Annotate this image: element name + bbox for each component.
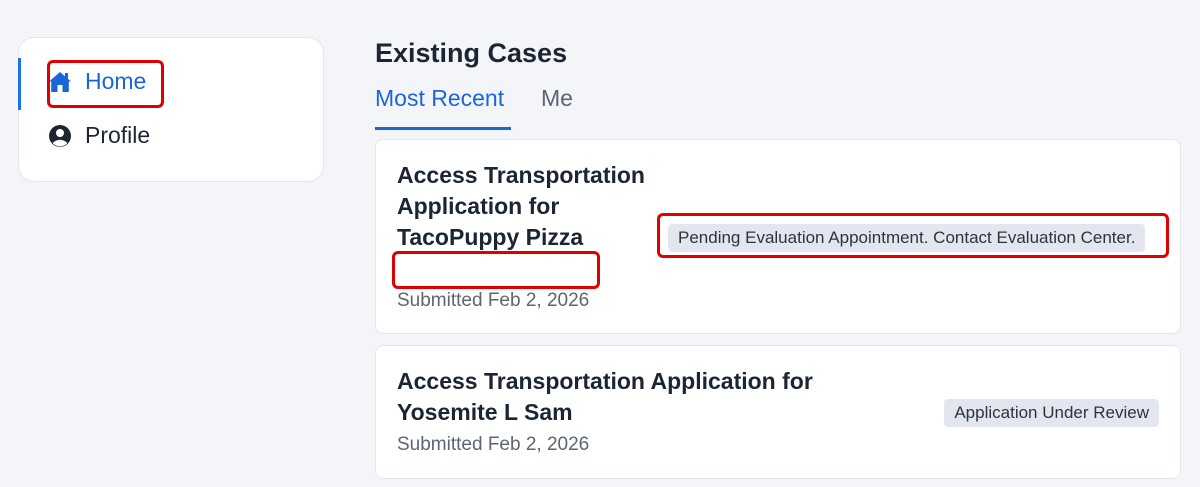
case-submitted-date: Submitted Feb 2, 2026 [397,434,590,455]
active-tab-underline [375,127,511,130]
user-circle-icon [47,123,73,149]
active-indicator [18,58,21,110]
case-submitted-date: Submitted Feb 2, 2026 [397,290,590,311]
tab-me[interactable]: Me [541,85,573,112]
highlight-box-home [47,60,164,108]
page: Home Profile Existing Cases Most Recent … [0,0,1200,487]
case-title[interactable]: Access Transportation Application for Ta… [397,160,657,253]
tab-most-recent[interactable]: Most Recent [375,85,504,112]
sidebar-nav: Home Profile [18,37,324,182]
page-title: Existing Cases [375,38,568,68]
case-card[interactable]: Access Transportation Application for Yo… [375,345,1181,479]
status-badge: Application Under Review [944,399,1159,427]
sidebar-item-label: Profile [85,122,151,148]
highlight-box-status [657,213,1169,258]
case-title[interactable]: Access Transportation Application for Yo… [397,366,867,428]
sidebar-item-profile[interactable]: Profile [47,122,150,149]
highlight-box-case-name [392,251,600,289]
